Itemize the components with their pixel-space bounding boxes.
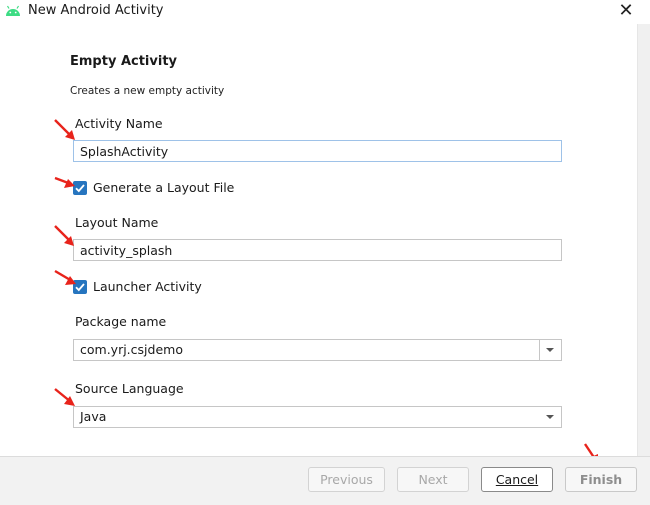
combo-separator [539, 340, 540, 360]
source-language-value: Java [80, 409, 107, 424]
chevron-down-icon [546, 415, 554, 419]
chevron-down-icon[interactable] [543, 342, 557, 358]
activity-name-input[interactable] [73, 140, 562, 162]
package-name-label: Package name [75, 314, 167, 329]
title-bar: New Android Activity ✕ [0, 0, 650, 24]
next-button[interactable]: Next [397, 467, 469, 492]
close-button[interactable]: ✕ [616, 1, 636, 21]
vertical-scrollbar[interactable] [637, 24, 650, 456]
close-icon: ✕ [618, 0, 634, 21]
launcher-activity-label: Launcher Activity [93, 279, 202, 294]
annotation-arrow-icon [54, 119, 75, 140]
cancel-button[interactable]: Cancel [481, 467, 553, 492]
source-language-label: Source Language [75, 381, 184, 396]
window-title: New Android Activity [28, 3, 164, 18]
layout-name-input[interactable] [73, 239, 562, 261]
previous-button[interactable]: Previous [308, 467, 385, 492]
source-language-select[interactable]: Java [73, 406, 562, 428]
annotation-arrow-icon [54, 225, 74, 246]
template-description: Creates a new empty activity [70, 85, 225, 97]
activity-name-label: Activity Name [75, 116, 163, 131]
generate-layout-label: Generate a Layout File [93, 180, 235, 195]
layout-name-label: Layout Name [75, 215, 159, 230]
package-name-value: com.yrj.csjdemo [80, 342, 183, 357]
annotation-arrow-icon [54, 388, 75, 406]
package-name-combo[interactable]: com.yrj.csjdemo [73, 339, 562, 361]
annotation-arrow-icon [54, 269, 76, 285]
template-heading: Empty Activity [70, 54, 178, 69]
annotation-arrow-icon [54, 176, 75, 188]
android-icon [6, 5, 20, 16]
cancel-label: Cancel [495, 472, 539, 487]
finish-button[interactable]: Finish [565, 467, 637, 492]
